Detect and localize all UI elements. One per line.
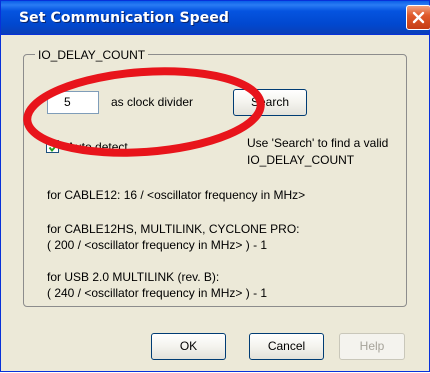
search-button[interactable]: Search [233, 89, 307, 116]
cable12-formula: for CABLE12: 16 / <oscillator frequency … [47, 188, 306, 202]
usb-multilink-formula: ( 240 / <oscillator frequency in MHz> ) … [47, 286, 268, 300]
search-hint-line1: Use 'Search' to find a valid [247, 136, 389, 150]
clock-divider-label: as clock divider [111, 95, 194, 109]
auto-detect-checkbox[interactable] [46, 140, 59, 153]
group-label: IO_DELAY_COUNT [35, 48, 149, 62]
auto-detect-label: Auto detect [67, 140, 128, 154]
ok-button[interactable]: OK [151, 333, 226, 360]
check-icon [48, 143, 59, 153]
search-hint-line2: IO_DELAY_COUNT [247, 153, 355, 167]
cable12hs-label: for CABLE12HS, MULTILINK, CYCLONE PRO: [47, 222, 300, 236]
close-icon [412, 11, 425, 24]
dialog-window: Set Communication Speed IO_DELAY_COUNT 5… [0, 0, 430, 372]
window-title: Set Communication Speed [19, 10, 230, 26]
cancel-button[interactable]: Cancel [249, 333, 324, 360]
cable12hs-formula: ( 200 / <oscillator frequency in MHz> ) … [47, 238, 268, 252]
title-bar[interactable]: Set Communication Speed [1, 1, 430, 35]
close-button[interactable] [406, 5, 430, 30]
usb-multilink-label: for USB 2.0 MULTILINK (rev. B): [47, 270, 220, 284]
clock-divider-input[interactable]: 5 [47, 91, 99, 114]
help-button: Help [339, 333, 405, 360]
